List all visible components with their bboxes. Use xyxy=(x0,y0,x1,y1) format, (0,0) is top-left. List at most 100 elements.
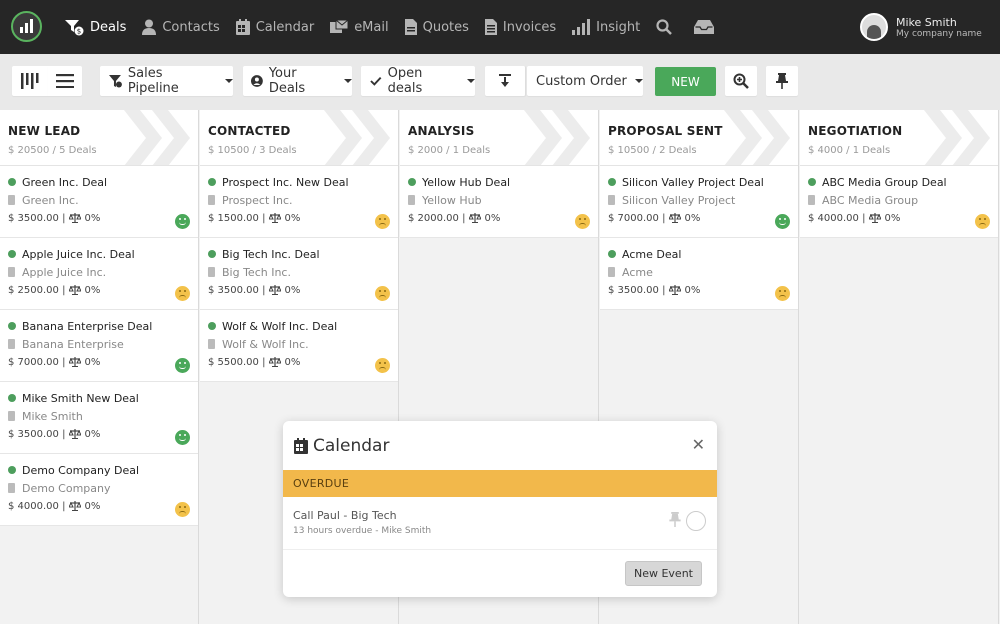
user-company: My company name xyxy=(896,28,982,39)
deal-probability: 0% xyxy=(284,356,301,368)
deal-title: Silicon Valley Project Deal xyxy=(622,175,764,189)
user-name: Mike Smith xyxy=(896,15,957,29)
deal-card[interactable]: Acme Deal Acme $ 3500.00 | 0% xyxy=(600,238,798,310)
building-icon xyxy=(8,339,15,349)
scale-icon xyxy=(669,213,682,223)
nav-quotes[interactable]: Quotes xyxy=(404,0,469,54)
user-menu[interactable]: Mike Smith My company name xyxy=(860,0,1000,54)
deal-card[interactable]: Wolf & Wolf Inc. Deal Wolf & Wolf Inc. $ 5… xyxy=(200,310,398,382)
status-dot xyxy=(8,394,16,402)
inbox-icon xyxy=(694,20,715,34)
smile-icon xyxy=(775,214,790,229)
deal-card[interactable]: Mike Smith New Deal Mike Smith $ 3500.00 |… xyxy=(0,382,198,454)
status-dot xyxy=(808,178,816,186)
event-complete-checkbox[interactable] xyxy=(686,511,706,531)
kanban-view-button[interactable] xyxy=(12,66,48,96)
nav-deals-label: Deals xyxy=(90,19,127,35)
new-deal-button[interactable]: NEW xyxy=(655,67,716,96)
deal-card[interactable]: Silicon Valley Project Deal Silicon Valle… xyxy=(600,166,798,238)
building-icon xyxy=(808,195,815,205)
deal-probability: 0% xyxy=(684,212,701,224)
list-view-button[interactable] xyxy=(48,66,82,96)
nav-email[interactable]: eMail xyxy=(330,0,389,54)
deal-probability: 0% xyxy=(684,284,701,296)
nav-calendar[interactable]: Calendar xyxy=(235,0,314,54)
sort-down-icon xyxy=(499,74,511,87)
calendar-icon xyxy=(235,19,250,35)
neutral-face-icon xyxy=(175,286,190,301)
stage-summary: $ 10500 / 3 Deals xyxy=(208,145,297,156)
status-dropdown[interactable]: Open deals xyxy=(361,66,475,96)
deal-title: Wolf & Wolf Inc. Deal xyxy=(222,319,338,333)
app-logo[interactable] xyxy=(11,11,42,42)
nav-invoices[interactable]: Invoices xyxy=(484,0,557,54)
nav-deals[interactable]: $ Deals xyxy=(64,0,126,54)
pin-button[interactable] xyxy=(766,66,798,96)
status-dot xyxy=(208,250,216,258)
deal-title: Demo Company Deal xyxy=(22,463,140,477)
close-icon[interactable]: ✕ xyxy=(692,435,705,454)
deal-card[interactable]: Green Inc. Deal Green Inc. $ 3500.00 | 0% xyxy=(0,166,198,238)
stage-title: ANALYSIS xyxy=(408,124,475,138)
deal-value: $ 7000.00 | xyxy=(608,212,666,224)
pin-icon[interactable] xyxy=(669,512,681,527)
nav-email-label: eMail xyxy=(354,19,389,35)
stage-header: ANALYSIS $ 2000 / 1 Deals xyxy=(400,110,598,166)
scale-icon xyxy=(69,429,82,439)
building-icon xyxy=(208,339,215,349)
deal-card[interactable]: Yellow Hub Deal Yellow Hub $ 2000.00 | 0% xyxy=(400,166,598,238)
event-title: Call Paul - Big Tech xyxy=(293,509,397,522)
stage-header: NEGOTIATION $ 4000 / 1 Deals xyxy=(800,110,998,166)
chevron-arrow-icon xyxy=(324,110,390,165)
deal-probability: 0% xyxy=(84,356,101,368)
calendar-popup-title: Calendar xyxy=(313,435,390,456)
calendar-popup-header: Calendar ✕ xyxy=(283,421,717,470)
building-icon xyxy=(8,411,15,421)
stage-header: CONTACTED $ 10500 / 3 Deals xyxy=(200,110,398,166)
deal-probability: 0% xyxy=(884,212,901,224)
deal-card[interactable]: Apple Juice Inc. Deal Apple Juice Inc. $ 2… xyxy=(0,238,198,310)
calendar-event[interactable]: Call Paul - Big Tech 13 hours overdue - … xyxy=(283,497,717,550)
deal-company: Acme xyxy=(622,265,653,279)
scale-icon xyxy=(869,213,882,223)
deal-company: ABC Media Group xyxy=(822,193,919,207)
stage-header: PROPOSAL SENT $ 10500 / 2 Deals xyxy=(600,110,798,166)
neutral-face-icon xyxy=(775,286,790,301)
sort-direction-button[interactable] xyxy=(485,66,526,96)
scale-icon xyxy=(69,213,82,223)
owner-dropdown[interactable]: Your Deals xyxy=(243,66,352,96)
nav-quotes-label: Quotes xyxy=(422,19,469,35)
list-view-icon xyxy=(56,74,74,88)
nav-inbox[interactable] xyxy=(694,0,720,54)
deal-company: Green Inc. xyxy=(22,193,79,207)
overdue-section-header: OVERDUE xyxy=(283,470,717,497)
nav-contacts-label: Contacts xyxy=(162,19,220,35)
neutral-face-icon xyxy=(575,214,590,229)
nav-invoices-label: Invoices xyxy=(502,19,557,35)
deal-card[interactable]: Prospect Inc. New Deal Prospect Inc. $ 150… xyxy=(200,166,398,238)
deal-value: $ 5500.00 | xyxy=(208,356,266,368)
deal-title: Prospect Inc. New Deal xyxy=(222,175,349,189)
kanban-view-icon xyxy=(21,73,39,89)
new-event-button[interactable]: New Event xyxy=(624,561,702,586)
nav-insight[interactable]: Insight xyxy=(572,0,640,54)
smile-icon xyxy=(175,430,190,445)
deal-card[interactable]: Banana Enterprise Deal Banana Enterprise $… xyxy=(0,310,198,382)
deal-card[interactable]: Big Tech Inc. Deal Big Tech Inc. $ 3500.00… xyxy=(200,238,398,310)
deal-card[interactable]: ABC Media Group Deal ABC Media Group $ 400… xyxy=(800,166,998,238)
building-icon xyxy=(208,267,215,277)
nav-search[interactable] xyxy=(656,0,678,54)
deal-title: Yellow Hub Deal xyxy=(422,175,511,189)
neutral-face-icon xyxy=(975,214,990,229)
order-dropdown[interactable]: Custom Order xyxy=(527,66,643,96)
deal-card[interactable]: Demo Company Deal Demo Company $ 4000.00 |… xyxy=(0,454,198,526)
deal-company: Big Tech Inc. xyxy=(222,265,291,279)
zoom-button[interactable] xyxy=(725,66,757,96)
deal-probability: 0% xyxy=(84,212,101,224)
deal-probability: 0% xyxy=(84,500,101,512)
nav-contacts[interactable]: Contacts xyxy=(142,0,220,54)
deal-value: $ 4000.00 | xyxy=(808,212,866,224)
deal-title: Big Tech Inc. Deal xyxy=(222,247,320,261)
pipeline-dropdown[interactable]: Sales Pipeline xyxy=(100,66,233,96)
pipeline-label: Sales Pipeline xyxy=(127,66,179,96)
